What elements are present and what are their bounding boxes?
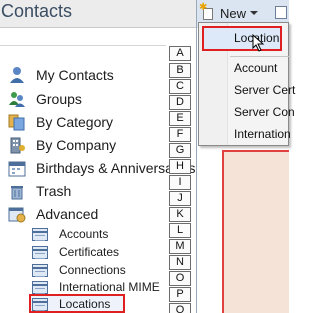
sub-item-label: Certificates — [59, 245, 120, 259]
alpha-button[interactable]: E — [169, 111, 191, 126]
menu-separator — [230, 56, 289, 57]
nav-label: By Category — [36, 114, 114, 130]
sub-item-connections[interactable]: Connections — [32, 261, 126, 279]
table-icon — [32, 263, 48, 277]
nav-label: Trash — [36, 183, 72, 199]
alpha-button[interactable]: I — [169, 175, 191, 190]
my-contacts-icon — [8, 66, 26, 84]
company-icon — [8, 136, 26, 154]
alpha-button[interactable]: N — [169, 255, 191, 270]
detail-panel — [222, 150, 289, 313]
table-icon — [32, 227, 48, 241]
calendar-icon — [8, 159, 26, 177]
table-icon — [32, 297, 48, 311]
table-icon — [32, 245, 48, 259]
menu-item-account[interactable]: Account — [234, 61, 277, 75]
nav-label: My Contacts — [36, 67, 114, 83]
menu-item-international[interactable]: Internation — [234, 127, 291, 141]
nav-item-trash[interactable]: Trash — [8, 180, 71, 202]
alpha-button[interactable]: C — [169, 79, 191, 94]
alphabet-index: A B C D E F G H I J K L M N O P Q — [166, 44, 196, 313]
new-button-label: New — [220, 5, 247, 21]
alpha-button[interactable]: H — [169, 159, 191, 174]
nav-label: By Company — [36, 137, 117, 153]
contacts-header: Contacts — [0, 0, 196, 28]
sub-item-locations[interactable]: Locations — [32, 295, 110, 313]
nav-top-spacer — [0, 28, 166, 46]
nav-item-by-category[interactable]: By Category — [8, 111, 113, 133]
category-icon — [8, 113, 26, 131]
chevron-down-icon — [250, 11, 259, 15]
alpha-button[interactable]: O — [169, 271, 191, 286]
sub-item-label: International MIME — [59, 280, 160, 294]
alpha-button[interactable]: A — [169, 46, 191, 61]
trash-icon — [8, 182, 26, 200]
new-document-icon: ✱ — [199, 3, 215, 20]
nav-label: Groups — [36, 91, 82, 107]
alpha-button[interactable]: Q — [169, 303, 191, 313]
menu-item-server-cert[interactable]: Server Cert — [234, 83, 295, 97]
alpha-button[interactable]: P — [169, 287, 191, 302]
nav-item-by-company[interactable]: By Company — [8, 134, 116, 156]
alpha-button[interactable]: D — [169, 95, 191, 110]
groups-icon — [8, 90, 26, 108]
sub-item-certificates[interactable]: Certificates — [32, 243, 119, 261]
sub-item-label: Locations — [59, 297, 111, 311]
sub-item-accounts[interactable]: Accounts — [32, 225, 108, 243]
mouse-cursor-icon — [252, 34, 265, 52]
sub-item-label: Connections — [59, 263, 126, 277]
new-button[interactable]: ✱ New — [199, 3, 259, 22]
alpha-button[interactable]: F — [169, 127, 191, 142]
edit-icon[interactable] — [275, 6, 287, 19]
table-icon — [32, 280, 48, 294]
nav-label: Advanced — [36, 206, 99, 222]
alpha-button[interactable]: J — [169, 191, 191, 206]
nav-item-my-contacts[interactable]: My Contacts — [8, 64, 114, 86]
sub-item-label: Accounts — [59, 227, 109, 241]
alpha-button[interactable]: K — [169, 207, 191, 222]
menu-item-server-con[interactable]: Server Con — [234, 105, 295, 119]
advanced-icon — [8, 205, 26, 223]
nav-item-groups[interactable]: Groups — [8, 88, 82, 110]
nav-item-advanced[interactable]: Advanced — [8, 203, 98, 225]
alpha-button[interactable]: G — [169, 143, 191, 158]
alpha-button[interactable]: L — [169, 223, 191, 238]
alpha-button[interactable]: M — [169, 239, 191, 254]
alpha-button[interactable]: B — [169, 63, 191, 78]
page-title: Contacts — [1, 1, 73, 21]
